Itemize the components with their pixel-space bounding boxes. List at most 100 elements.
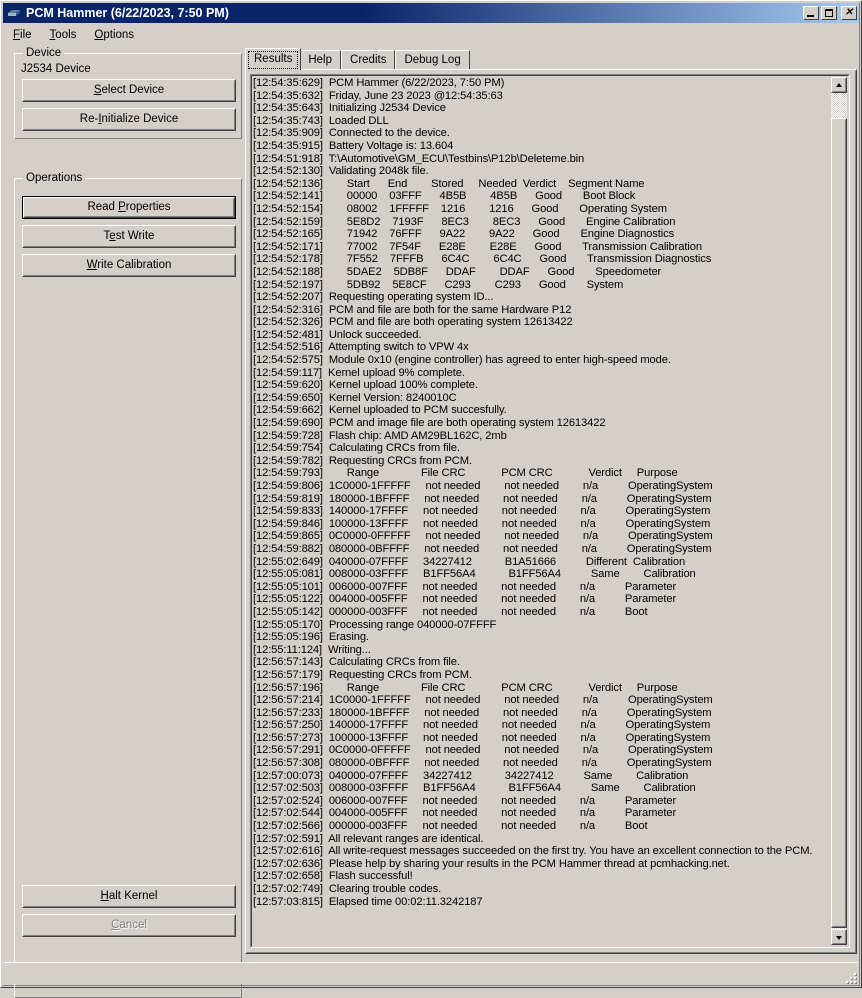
log-line: [12:57:03:815] Elapsed time 00:02:11.324… — [253, 895, 483, 908]
log-line: [12:54:52:188] 5DAE2 5DB8F DDAF DDAF Goo… — [253, 265, 662, 278]
write-calibration-button-label: Write Calibration — [86, 258, 172, 271]
log-line: [12:54:59:882] 080000-0BFFFF not needed … — [253, 542, 712, 555]
log-line: [12:54:52:197] 5DB92 5E8CF C293 C293 Goo… — [253, 278, 624, 291]
log-line: [12:54:51:918] T:\Automotive\GM_ECU\Test… — [253, 152, 585, 165]
device-name-label: J2534 Device — [21, 63, 91, 75]
tab-page-results: [12:54:35:629] PCM Hammer (6/22/2023, 7:… — [245, 69, 857, 954]
log-line: [12:57:00:073] 040000-07FFFF 34227412 34… — [253, 769, 689, 782]
log-line: [12:54:35:915] Battery Voltage is: 13.60… — [253, 139, 454, 152]
log-line: [12:54:59:819] 180000-1BFFFF not needed … — [253, 492, 712, 505]
results-log-scrollbar[interactable] — [831, 77, 847, 945]
tab-help[interactable]: Help — [299, 50, 342, 70]
status-bar — [4, 962, 858, 984]
log-line: [12:54:52:326] PCM and file are both ope… — [253, 316, 573, 329]
menu-item-tools[interactable]: Tools — [41, 27, 86, 43]
log-line: [12:54:59:754] Calculating CRCs from fil… — [253, 442, 460, 455]
write-calibration-button[interactable]: Write Calibration — [22, 254, 236, 277]
log-line: [12:57:02:524] 006000-007FFF not needed … — [253, 794, 677, 807]
log-line: [12:55:05:122] 004000-005FFF not needed … — [253, 593, 677, 606]
scroll-down-arrow-icon[interactable] — [831, 929, 847, 945]
log-line: [12:54:35:629] PCM Hammer (6/22/2023, 7:… — [253, 77, 505, 89]
log-line: [12:55:05:170] Processing range 040000-0… — [253, 618, 497, 631]
results-log-text: [12:54:35:629] PCM Hammer (6/22/2023, 7:… — [253, 77, 831, 945]
log-line: [12:54:52:575] Module 0x10 (engine contr… — [253, 354, 671, 367]
scroll-up-arrow-icon[interactable] — [831, 77, 847, 93]
log-line: [12:56:57:196] Range File CRC PCM CRC Ve… — [253, 681, 678, 694]
reinitialize-device-button[interactable]: Re-Initialize Device — [22, 108, 236, 131]
log-line: [12:54:35:909] Connected to the device. — [253, 127, 450, 140]
log-line: [12:56:57:250] 140000-17FFFF not needed … — [253, 719, 711, 732]
log-line: [12:54:35:743] Loaded DLL — [253, 114, 389, 127]
left-panel: Device J2534 Device Select Device Re-Ini… — [6, 47, 242, 998]
log-line: [12:57:02:503] 008000-03FFFF B1FF56A4 B1… — [253, 782, 696, 795]
log-line: [12:56:57:214] 1C0000-1FFFFF not needed … — [253, 694, 713, 707]
log-line: [12:55:05:142] 000000-003FFF not needed … — [253, 605, 648, 618]
log-line: [12:56:57:308] 080000-0BFFFF not needed … — [253, 757, 712, 770]
read-properties-button[interactable]: Read Properties — [22, 196, 236, 219]
halt-kernel-button[interactable]: Halt Kernel — [22, 885, 236, 908]
scrollbar-track[interactable] — [831, 93, 847, 929]
device-group-title: Device — [23, 47, 65, 59]
log-line: [12:54:59:690] PCM and image file are bo… — [253, 417, 606, 430]
operations-group: Operations Read Properties Test Write Wr… — [14, 172, 242, 998]
log-line: [12:57:02:544] 004000-005FFF not needed … — [253, 807, 677, 820]
log-line: [12:57:02:749] Clearing trouble codes. — [253, 883, 442, 895]
log-line: [12:56:57:291] 0C0000-0FFFFF not needed … — [253, 744, 713, 757]
log-line: [12:54:59:662] Kernel uploaded to PCM su… — [253, 404, 507, 417]
tab-debug-log-label: Debug Log — [404, 54, 461, 66]
log-line: [12:54:59:846] 100000-13FFFF not needed … — [253, 517, 711, 530]
test-write-button[interactable]: Test Write — [22, 225, 236, 248]
log-line: [12:54:52:171] 77002 7F54F E28E E28E Goo… — [253, 240, 702, 253]
log-line: [12:54:59:806] 1C0000-1FFFFF not needed … — [253, 480, 713, 492]
log-line: [12:54:52:207] Requesting operating syst… — [253, 291, 494, 304]
reinitialize-device-button-label: Re-Initialize Device — [79, 112, 179, 125]
log-line: [12:57:02:591] All relevant ranges are i… — [253, 832, 484, 845]
close-button[interactable]: ✕ — [841, 6, 857, 20]
results-log-textbox[interactable]: [12:54:35:629] PCM Hammer (6/22/2023, 7:… — [250, 74, 850, 948]
log-line: [12:55:05:101] 006000-007FFF not needed … — [253, 580, 677, 593]
log-line: [12:57:02:636] Please help by sharing yo… — [253, 857, 730, 870]
window-title: PCM Hammer (6/22/2023, 7:50 PM) — [26, 6, 229, 20]
tab-credits[interactable]: Credits — [341, 50, 396, 70]
maximize-button[interactable] — [821, 6, 837, 20]
log-line: [12:54:59:793] Range File CRC PCM CRC Ve… — [253, 467, 678, 480]
halt-kernel-button-label: Halt Kernel — [100, 889, 158, 902]
right-panel: Results Help Credits Debug Log [12:54:35… — [245, 48, 857, 954]
tab-debug-log[interactable]: Debug Log — [395, 50, 470, 70]
tab-help-label: Help — [308, 54, 333, 66]
log-line: [12:56:57:143] Calculating CRCs from fil… — [253, 656, 460, 669]
log-line: [12:54:59:117] Kernel upload 9% complete… — [253, 366, 465, 379]
log-line: [12:56:57:233] 180000-1BFFFF not needed … — [253, 706, 712, 719]
scrollbar-thumb[interactable] — [831, 118, 847, 928]
application-window: PCM Hammer (6/22/2023, 7:50 PM) ✕ File T… — [0, 0, 862, 998]
log-line: [12:54:59:650] Kernel Version: 8240010C — [253, 391, 457, 404]
log-line: [12:54:52:178] 7F552 7FFFB 6C4C 6C4C Goo… — [253, 253, 712, 266]
log-line: [12:54:52:159] 5E8D2 7193F 8EC3 8EC3 Goo… — [253, 215, 676, 228]
close-icon: ✕ — [844, 7, 854, 18]
log-line: [12:54:52:481] Unlock succeeded. — [253, 328, 422, 341]
log-line: [12:55:05:196] Erasing. — [253, 631, 369, 644]
tab-strip: Results Help Credits Debug Log — [245, 48, 857, 70]
log-line: [12:54:59:620] Kernel upload 100% comple… — [253, 379, 478, 392]
log-line: [12:56:57:179] Requesting CRCs from PCM. — [253, 668, 472, 681]
log-line: [12:54:52:130] Validating 2048k file. — [253, 165, 429, 178]
log-line: [12:55:11:124] Writing... — [253, 643, 371, 656]
log-line: [12:54:52:154] 08002 1FFFFF 1216 1216 Go… — [253, 202, 667, 215]
menu-item-file[interactable]: File — [4, 27, 41, 43]
operations-group-title: Operations — [23, 172, 86, 184]
log-line: [12:54:52:141] 00000 03FFF 4B5B 4B5B Goo… — [253, 190, 636, 203]
device-group: Device J2534 Device Select Device Re-Ini… — [14, 47, 242, 139]
log-line: [12:54:52:136] Start End Stored Needed V… — [253, 177, 645, 190]
select-device-button[interactable]: Select Device — [22, 79, 236, 102]
tab-results[interactable]: Results — [245, 48, 302, 70]
test-write-button-label: Test Write — [103, 229, 155, 242]
minimize-button[interactable] — [803, 6, 819, 20]
log-line: [12:54:52:165] 71942 76FFF 9A22 9A22 Goo… — [253, 228, 675, 241]
menu-item-options[interactable]: Options — [85, 27, 143, 43]
title-bar[interactable]: PCM Hammer (6/22/2023, 7:50 PM) ✕ — [3, 3, 859, 23]
log-line: [12:55:05:081] 008000-03FFFF B1FF56A4 B1… — [253, 568, 696, 581]
cancel-button: Cancel — [22, 914, 236, 937]
resize-grip[interactable] — [842, 969, 856, 983]
menu-bar: File Tools Options — [4, 25, 858, 44]
tab-credits-label: Credits — [350, 54, 387, 66]
